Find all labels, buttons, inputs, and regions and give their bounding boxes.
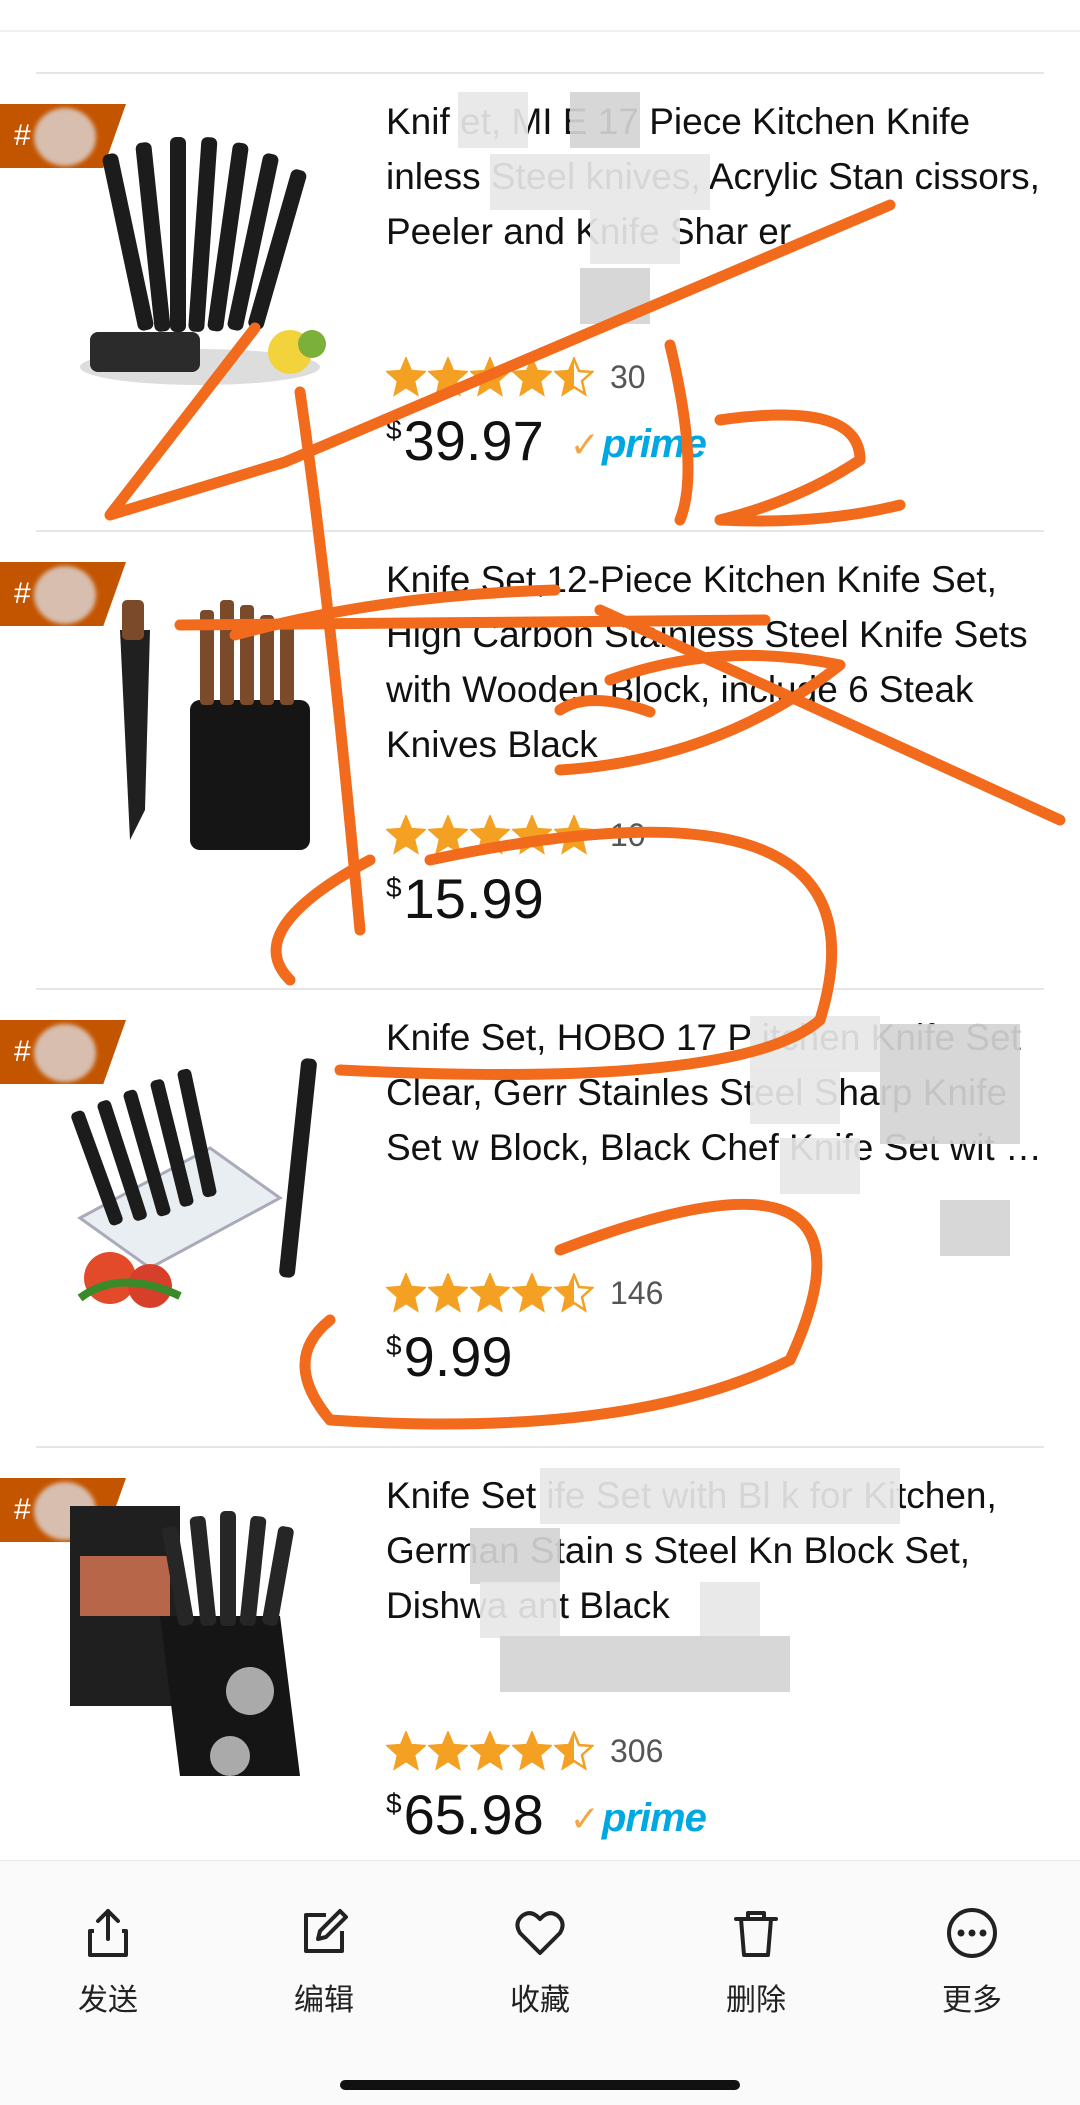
star-rating (386, 1273, 594, 1313)
star-full-icon (512, 1731, 552, 1771)
divider (36, 72, 1044, 74)
knife-set-clear-block-icon[interactable] (50, 1028, 350, 1328)
heart-icon (515, 1911, 565, 1955)
privacy-mosaic (470, 1528, 560, 1584)
price-row: $ 15.99 (386, 866, 544, 936)
privacy-mosaic (458, 92, 528, 148)
divider (36, 1446, 1044, 1448)
price-row: $ 65.98 ✓ prime (386, 1782, 707, 1852)
privacy-mosaic (580, 268, 650, 324)
more-icon (947, 1908, 997, 1958)
privacy-mosaic (590, 208, 680, 264)
edit-label: 编辑 (294, 1983, 354, 2018)
privacy-mosaic (880, 1024, 1020, 1144)
product-item-1[interactable]: # Knif et, MI E 17 Piece Kitchen Knife i… (0, 72, 1080, 532)
star-full-icon (512, 815, 552, 855)
prime-check-icon: ✓ (569, 1797, 600, 1839)
rating-row: 146 (386, 1270, 663, 1316)
share-label: 发送 (78, 1983, 138, 2018)
review-count[interactable]: 30 (610, 359, 646, 396)
rating-row: 306 (386, 1728, 663, 1774)
star-full-icon (386, 815, 426, 855)
knife-block-wood-handles-icon[interactable] (50, 570, 350, 870)
star-full-icon (428, 1731, 468, 1771)
privacy-mosaic (500, 1636, 790, 1692)
star-full-icon (386, 357, 426, 397)
divider (36, 988, 1044, 990)
star-full-icon (512, 1273, 552, 1313)
delete-label: 删除 (726, 1983, 786, 2018)
currency-symbol: $ (386, 1788, 402, 1819)
currency-symbol: $ (386, 1330, 402, 1361)
prime-badge: ✓ prime (569, 422, 707, 467)
share-button[interactable]: 发送 (38, 1905, 178, 2019)
privacy-mosaic (480, 1582, 560, 1638)
star-full-icon (428, 1273, 468, 1313)
rating-row: 30 (386, 354, 646, 400)
top-divider (0, 30, 1080, 32)
privacy-mosaic (750, 1068, 840, 1124)
edit-button[interactable]: 编辑 (254, 1905, 394, 2019)
review-count[interactable]: 10 (610, 817, 646, 854)
share-icon (88, 1909, 128, 1957)
star-full-icon (470, 1273, 510, 1313)
privacy-mosaic (700, 1582, 760, 1638)
trash-icon (734, 1911, 778, 1957)
product-item-2[interactable]: # Knife Set,12-Piece Kitchen Knife Set, … (0, 530, 1080, 990)
price-row: $ 39.97 ✓ prime (386, 408, 707, 478)
privacy-mosaic (490, 154, 710, 210)
review-count[interactable]: 146 (610, 1275, 663, 1312)
prime-label: prime (601, 422, 707, 466)
price: 15.99 (403, 867, 544, 930)
favorite-button[interactable]: 收藏 (470, 1905, 610, 2019)
home-indicator[interactable] (340, 2080, 740, 2090)
star-full-icon (386, 1273, 426, 1313)
currency-symbol: $ (386, 414, 402, 445)
star-full-icon (386, 1731, 426, 1771)
product-title[interactable]: Knife Set,12-Piece Kitchen Knife Set, Hi… (386, 552, 1046, 772)
more-button[interactable]: 更多 (902, 1905, 1042, 2019)
star-full-icon (428, 815, 468, 855)
knife-set-acrylic-stand-icon[interactable] (50, 112, 350, 412)
star-full-icon (428, 357, 468, 397)
price: 9.99 (403, 1325, 513, 1388)
product-item-4[interactable]: # Knife Set ife Set with Bl k for Kitche… (0, 1446, 1080, 1906)
favorite-label: 收藏 (510, 1983, 570, 2018)
review-count[interactable]: 306 (610, 1733, 663, 1770)
star-full-icon (554, 815, 594, 855)
delete-button[interactable]: 删除 (686, 1905, 826, 2019)
more-label: 更多 (942, 1983, 1002, 2018)
bottom-toolbar: 发送 编辑 收藏 删除 更多 (0, 1860, 1080, 2105)
star-half-icon (554, 357, 594, 397)
star-half-icon (554, 1273, 594, 1313)
knife-block-black-box-icon[interactable] (50, 1486, 350, 1786)
divider (36, 530, 1044, 532)
privacy-mosaic (750, 1016, 880, 1072)
edit-icon (304, 1909, 348, 1953)
privacy-mosaic (570, 92, 640, 148)
star-rating (386, 1731, 594, 1771)
star-rating (386, 815, 594, 855)
star-full-icon (470, 357, 510, 397)
star-rating (386, 357, 594, 397)
price-row: $ 9.99 (386, 1324, 513, 1394)
privacy-mosaic (780, 1138, 860, 1194)
star-full-icon (512, 357, 552, 397)
prime-badge: ✓ prime (569, 1796, 707, 1841)
rating-row: 10 (386, 812, 646, 858)
star-full-icon (470, 1731, 510, 1771)
prime-check-icon: ✓ (569, 423, 600, 465)
privacy-mosaic (540, 1468, 900, 1524)
star-full-icon (470, 815, 510, 855)
price: 65.98 (403, 1783, 544, 1846)
star-half-icon (554, 1731, 594, 1771)
price: 39.97 (403, 409, 544, 472)
product-item-3[interactable]: # Knife Set, HOBO 17 P itchen Knife Set … (0, 988, 1080, 1448)
currency-symbol: $ (386, 872, 402, 903)
prime-label: prime (601, 1796, 707, 1840)
privacy-mosaic (940, 1200, 1010, 1256)
